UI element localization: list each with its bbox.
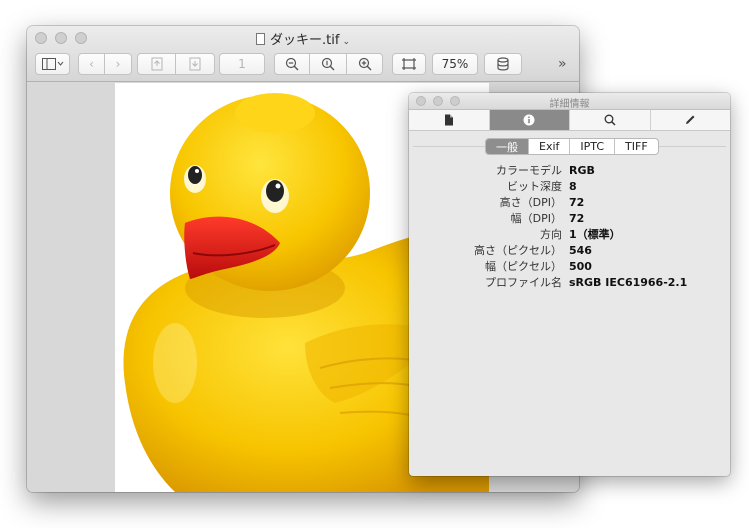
inspector-titlebar: 詳細情報 [409,93,730,110]
previous-page-button[interactable] [137,53,176,75]
page-number-field[interactable]: 1 [219,53,265,75]
property-label: 高さ（DPI） [499,196,562,209]
property-value: 8 [569,179,577,193]
property-value: 500 [569,259,592,273]
property-label: 高さ（ピクセル） [474,244,562,257]
segment-general[interactable]: 一般 [486,139,529,154]
property-value: RGB [569,163,595,177]
segment-exif[interactable]: Exif [529,139,571,154]
actual-size-icon [321,57,335,71]
zoom-out-icon [285,57,299,71]
property-row: プロファイル名 sRGB IEC61966-2.1 [409,274,730,290]
document-icon [444,114,453,126]
chevron-left-icon: ‹ [89,57,94,71]
share-button[interactable] [484,53,522,75]
property-row: 幅（ピクセル） 500 [409,258,730,274]
property-row: 高さ（ピクセル） 546 [409,242,730,258]
fit-to-window-button[interactable] [392,53,426,75]
zoom-out-button[interactable] [274,53,310,75]
property-value: 72 [569,211,585,225]
back-button[interactable]: ‹ [78,53,105,75]
property-row: ビット深度 8 [409,178,730,194]
properties-list: カラーモデル RGB ビット深度 8 高さ（DPI） 72 幅（DPI） 72 … [409,162,730,290]
document-icon [256,33,266,45]
crop-icon [402,58,416,70]
sidebar-toggle-button[interactable] [35,53,70,75]
property-label: 幅（ピクセル） [485,260,562,273]
search-icon [604,114,616,126]
property-label: ビット深度 [507,180,562,193]
inspector-tabs [409,110,730,131]
titlebar: ダッキー.tif ⌄ ‹ › 1 75% » [27,26,579,82]
property-row: 幅（DPI） 72 [409,210,730,226]
window-title-area[interactable]: ダッキー.tif ⌄ [27,29,579,48]
property-label: プロファイル名 [485,276,562,289]
toolbar-overflow-button[interactable]: » [558,56,567,72]
segment-iptc[interactable]: IPTC [570,139,616,154]
inspector-window: 詳細情報 一般 Exif IPTC TIFF カラーモデル RGB ビット深度 … [409,93,730,476]
zoom-in-button[interactable] [347,53,383,75]
property-value: sRGB IEC61966-2.1 [569,275,688,289]
page-up-icon [151,57,162,71]
page-down-icon [189,57,201,71]
inspector-title: 詳細情報 [549,99,590,110]
page-number: 1 [238,57,246,71]
property-value: 546 [569,243,592,257]
next-page-button[interactable] [176,53,215,75]
metadata-segmented-control: 一般 Exif IPTC TIFF [485,138,659,155]
zoom-level-field[interactable]: 75% [432,53,478,75]
pencil-icon [686,115,695,124]
property-row: カラーモデル RGB [409,162,730,178]
window-title: ダッキー.tif [270,33,340,48]
property-label: 幅（DPI） [510,212,562,225]
actual-size-button[interactable] [310,53,347,75]
zoom-level: 75% [441,57,469,71]
segment-tiff[interactable]: TIFF [615,139,658,154]
property-label: 方向 [540,228,562,241]
tab-info[interactable] [489,110,570,130]
property-value: 1（標準） [569,228,621,241]
tab-search[interactable] [570,110,651,130]
info-icon [523,114,535,126]
tab-document[interactable] [409,110,490,130]
property-label: カラーモデル [496,164,562,177]
database-icon [497,57,509,71]
property-row: 高さ（DPI） 72 [409,194,730,210]
zoom-in-icon [358,57,371,71]
forward-button[interactable]: › [105,53,132,75]
chevron-right-icon: › [115,57,121,71]
sidebar-icon [41,58,63,70]
chevron-down-icon: ⌄ [342,37,350,47]
property-value: 72 [569,195,585,209]
property-row: 方向 1（標準） [409,226,730,242]
tab-annotations[interactable] [651,110,731,130]
